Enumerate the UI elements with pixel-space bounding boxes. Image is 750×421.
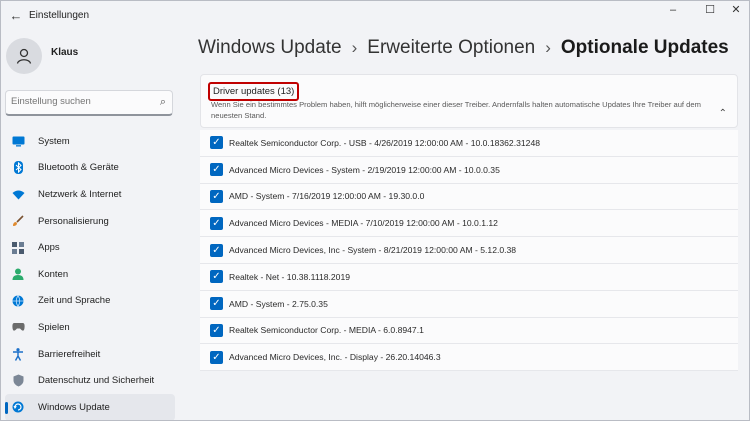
- search-icon[interactable]: ⌕: [160, 96, 166, 109]
- sidebar-item-label: Windows Update: [38, 401, 110, 413]
- sidebar-item-label: Bluetooth & Geräte: [38, 162, 119, 174]
- sidebar-item-label: System: [38, 135, 70, 147]
- driver-checkbox[interactable]: ✓: [210, 297, 223, 311]
- driver-label: Realtek Semiconductor Corp. - USB - 4/26…: [229, 137, 540, 148]
- username: Klaus: [51, 47, 79, 58]
- driver-updates-header[interactable]: Driver updates (13) Wenn Sie ein bestimm…: [200, 74, 738, 128]
- sidebar-item-label: Netzwerk & Internet: [38, 188, 122, 200]
- sidebar-item-label: Personalisierung: [38, 215, 109, 227]
- driver-checkbox[interactable]: ✓: [210, 350, 223, 364]
- driver-checkbox[interactable]: ✓: [210, 216, 223, 230]
- back-button[interactable]: ←: [7, 7, 25, 25]
- search-box[interactable]: ⌕: [5, 90, 173, 116]
- driver-row[interactable]: ✓ Advanced Micro Devices, Inc - System - …: [200, 237, 738, 264]
- driver-label: Advanced Micro Devices - System - 2/19/2…: [229, 164, 500, 175]
- sidebar-item-label: Spielen: [38, 321, 70, 333]
- driver-label: Advanced Micro Devices - MEDIA - 7/10/20…: [229, 218, 498, 229]
- sidebar-item-gaming[interactable]: Spielen: [5, 314, 175, 341]
- driver-checkbox[interactable]: ✓: [210, 243, 223, 257]
- driver-label: AMD - System - 2.75.0.35: [229, 298, 328, 309]
- driver-label: AMD - System - 7/16/2019 12:00:00 AM - 1…: [229, 191, 425, 202]
- sidebar-item-personalization[interactable]: Personalisierung: [5, 208, 175, 235]
- sidebar-item-accessibility[interactable]: Barrierefreiheit: [5, 341, 175, 368]
- driver-checkbox[interactable]: ✓: [210, 323, 223, 337]
- accessibility-icon: [11, 347, 25, 361]
- update-icon: [11, 400, 25, 414]
- driver-checkbox[interactable]: ✓: [210, 163, 223, 177]
- maximize-button[interactable]: ☐: [698, 3, 722, 17]
- sidebar-item-label: Barrierefreiheit: [38, 348, 101, 360]
- breadcrumb-separator: ›: [351, 38, 358, 57]
- gamepad-icon: [11, 320, 25, 334]
- breadcrumb: Windows Update › Erweiterte Optionen › Optio…: [198, 37, 729, 59]
- shield-icon: [11, 374, 25, 388]
- driver-label: Advanced Micro Devices, Inc. - Display -…: [229, 352, 441, 363]
- driver-label: Realtek - Net - 10.38.1118.2019: [229, 271, 351, 282]
- title-bar: ← Einstellungen – ☐ ✕: [1, 1, 749, 31]
- bluetooth-icon: [11, 161, 25, 175]
- profile: [6, 38, 42, 74]
- driver-row[interactable]: ✓ Advanced Micro Devices - MEDIA - 7/10/2…: [200, 210, 738, 238]
- close-button[interactable]: ✕: [724, 3, 748, 17]
- brush-icon: [11, 214, 25, 228]
- sidebar-item-label: Konten: [38, 268, 69, 280]
- settings-window: ← Einstellungen – ☐ ✕ Klaus ⌕ System: [0, 0, 750, 421]
- driver-checkbox[interactable]: ✓: [210, 136, 223, 150]
- driver-row[interactable]: ✓ Advanced Micro Devices - System - 2/19/…: [200, 156, 738, 184]
- user-icon: [16, 48, 32, 64]
- account-icon: [11, 267, 25, 281]
- page-title: Optionale Updates: [560, 37, 729, 58]
- wifi-icon: [11, 187, 25, 201]
- sidebar-nav: System Bluetooth & Geräte Netzwerk & Int…: [5, 128, 175, 420]
- driver-checkbox[interactable]: ✓: [210, 270, 223, 284]
- avatar[interactable]: [6, 38, 42, 74]
- system-icon: [11, 134, 25, 148]
- driver-row[interactable]: ✓ AMD - System - 2.75.0.35: [200, 290, 738, 318]
- driver-row[interactable]: ✓ Realtek Semiconductor Corp. - USB - 4/2…: [200, 130, 738, 157]
- search-input[interactable]: [11, 96, 141, 107]
- sidebar-item-windows-update[interactable]: Windows Update: [5, 393, 175, 420]
- sidebar-item-label: Datenschutz und Sicherheit: [38, 375, 155, 387]
- driver-row[interactable]: ✓ Realtek - Net - 10.38.1118.2019: [200, 263, 738, 291]
- minimize-button[interactable]: –: [661, 3, 685, 17]
- sidebar-item-bluetooth[interactable]: Bluetooth & Geräte: [5, 155, 175, 182]
- driver-checkbox[interactable]: ✓: [210, 189, 223, 203]
- driver-row[interactable]: ✓ AMD - System - 7/16/2019 12:00:00 AM - …: [200, 183, 738, 211]
- sidebar-item-time-language[interactable]: Zeit und Sprache: [5, 288, 175, 315]
- chevron-up-icon[interactable]: ⌃: [719, 108, 727, 119]
- app-title: Einstellungen: [29, 10, 90, 21]
- apps-icon: [11, 241, 25, 255]
- section-description: Wenn Sie ein bestimmtes Problem haben, h…: [211, 100, 701, 120]
- breadcrumb-item-windows-update[interactable]: Windows Update: [198, 37, 342, 58]
- sidebar-item-label: Zeit und Sprache: [38, 295, 111, 307]
- sidebar-item-system[interactable]: System: [5, 128, 175, 155]
- driver-label: Advanced Micro Devices, Inc - System - 8…: [229, 245, 517, 256]
- breadcrumb-separator: ›: [545, 38, 551, 57]
- driver-row[interactable]: ✓ Advanced Micro Devices, Inc. - Display …: [200, 344, 738, 372]
- globe-icon: [11, 294, 25, 308]
- sidebar-item-network[interactable]: Netzwerk & Internet: [5, 181, 175, 208]
- driver-label: Realtek Semiconductor Corp. - MEDIA - 6.…: [229, 325, 424, 336]
- breadcrumb-item-advanced-options[interactable]: Erweiterte Optionen: [367, 37, 535, 58]
- driver-list: ✓ Realtek Semiconductor Corp. - USB - 4/2…: [200, 130, 738, 372]
- driver-row[interactable]: ✓ Realtek Semiconductor Corp. - MEDIA - 6…: [200, 317, 738, 345]
- sidebar-item-privacy[interactable]: Datenschutz und Sicherheit: [5, 367, 175, 394]
- sidebar-item-accounts[interactable]: Konten: [5, 261, 175, 288]
- sidebar-item-apps[interactable]: Apps: [5, 234, 175, 261]
- sidebar-item-label: Apps: [38, 242, 60, 254]
